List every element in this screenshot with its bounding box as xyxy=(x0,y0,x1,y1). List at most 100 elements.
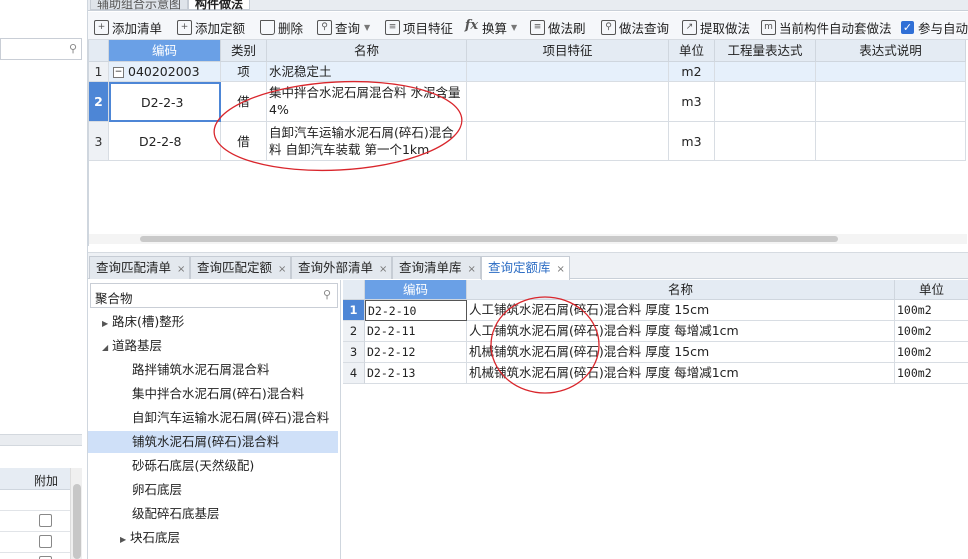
left-search-input[interactable]: ⚲ xyxy=(0,38,82,60)
chevron-down-icon[interactable]: ▼ xyxy=(364,23,370,32)
close-icon[interactable]: × xyxy=(379,264,387,275)
scroll-thumb[interactable] xyxy=(140,236,838,242)
tab-list-library[interactable]: 查询清单库 × xyxy=(392,256,481,279)
close-icon[interactable]: × xyxy=(468,264,476,275)
tree-item[interactable]: ◢ 道路基层 xyxy=(88,335,338,357)
row-number[interactable]: 3 xyxy=(89,122,109,161)
query-button[interactable]: ⚲ 查询 ▼ xyxy=(317,18,370,36)
unit-cell[interactable]: m2 xyxy=(669,62,715,82)
tree-item[interactable]: ▶ 块石底层 xyxy=(88,527,338,549)
code-cell[interactable]: D2-2-13 xyxy=(365,363,467,384)
type-cell[interactable]: 项 xyxy=(221,62,267,82)
left-splitter[interactable] xyxy=(0,434,82,446)
code-cell[interactable]: D2-2-3 xyxy=(109,82,221,122)
method-brush-button[interactable]: ≡ 做法刷 xyxy=(530,18,586,36)
row-number[interactable]: 3 xyxy=(343,342,365,363)
code-cell[interactable]: D2-2-11 xyxy=(365,321,467,342)
close-icon[interactable]: × xyxy=(177,264,185,275)
collapse-icon[interactable]: − xyxy=(113,67,124,78)
search-icon[interactable]: ⚲ xyxy=(69,42,77,55)
chevron-down-icon[interactable]: ▼ xyxy=(511,23,517,32)
feature-cell[interactable] xyxy=(467,122,669,161)
name-cell[interactable]: 集中拌合水泥石屑混合料 水泥含量4% xyxy=(267,82,467,122)
tab-external-list[interactable]: 查询外部清单 × xyxy=(291,256,393,279)
unit-cell[interactable]: m3 xyxy=(669,122,715,161)
delete-button[interactable]: 删除 xyxy=(260,18,303,36)
code-cell[interactable]: D2-2-10 xyxy=(365,300,467,321)
code-cell[interactable]: D2-2-12 xyxy=(365,342,467,363)
code-cell[interactable]: D2-2-8 xyxy=(109,122,221,161)
tab-component-method[interactable]: 构件做法 xyxy=(188,0,251,10)
chevron-right-icon[interactable]: ▶ xyxy=(120,529,130,551)
extra-checkbox[interactable] xyxy=(39,535,52,548)
unit-cell[interactable]: 100m2 xyxy=(895,321,968,342)
type-cell[interactable]: 借 xyxy=(221,82,267,122)
tab-assist-diagram[interactable]: 辅助组合示意图 xyxy=(90,0,189,10)
unit-cell[interactable]: 100m2 xyxy=(895,342,968,363)
col-header-feature[interactable]: 项目特征 xyxy=(467,40,669,62)
tree-item[interactable]: 级配碎石底基层 xyxy=(88,503,338,525)
tab-match-quota[interactable]: 查询匹配定额 × xyxy=(190,256,292,279)
col-header-unit[interactable]: 单位 xyxy=(669,40,715,62)
tab-label: 查询匹配清单 xyxy=(96,260,172,275)
col-header-expr[interactable]: 工程量表达式 xyxy=(715,40,816,62)
col-header-code[interactable]: 编码 xyxy=(365,280,467,300)
name-cell[interactable]: 人工铺筑水泥石屑(碎石)混合料 厚度 每增减1cm xyxy=(467,321,895,342)
tab-match-list[interactable]: 查询匹配清单 × xyxy=(89,256,191,279)
extra-checkbox[interactable] xyxy=(39,514,52,527)
add-list-button[interactable]: + 添加清单 xyxy=(94,18,162,36)
row-number[interactable]: 1 xyxy=(343,300,365,321)
method-query-button[interactable]: ⚲ 做法查询 xyxy=(601,18,669,36)
tab-quota-library[interactable]: 查询定额库 × xyxy=(481,256,570,281)
code-cell[interactable]: −040202003 xyxy=(109,62,221,82)
tree-item[interactable]: 自卸汽车运输水泥石屑(碎石)混合料 xyxy=(88,407,338,429)
convert-button[interactable]: fx 换算 ▼ xyxy=(464,18,517,36)
col-header-desc[interactable]: 表达式说明 xyxy=(816,40,966,62)
tree-item[interactable]: 集中拌合水泥石屑(碎石)混合料 xyxy=(88,383,338,405)
unit-cell[interactable]: m3 xyxy=(669,82,715,122)
auto-apply-button[interactable]: m 当前构件自动套做法 xyxy=(761,18,892,36)
name-cell[interactable]: 水泥稳定土 xyxy=(267,62,467,82)
row-number[interactable]: 2 xyxy=(343,321,365,342)
close-icon[interactable]: × xyxy=(278,264,286,275)
name-cell[interactable]: 机械铺筑水泥石屑(碎石)混合料 厚度 15cm xyxy=(467,342,895,363)
chevron-right-icon[interactable]: ▶ xyxy=(102,313,112,335)
unit-cell[interactable]: 100m2 xyxy=(895,300,968,321)
name-cell[interactable]: 机械铺筑水泥石屑(碎石)混合料 厚度 每增减1cm xyxy=(467,363,895,384)
expr-cell[interactable] xyxy=(715,82,816,122)
left-vscrollbar[interactable] xyxy=(70,468,82,559)
close-icon[interactable]: × xyxy=(557,264,565,275)
desc-cell[interactable] xyxy=(816,62,966,82)
item-feature-button[interactable]: ≡ 项目特征 xyxy=(385,18,453,36)
search-icon[interactable]: ⚲ xyxy=(323,288,331,301)
add-quota-button[interactable]: + 添加定额 xyxy=(177,18,245,36)
tree-item[interactable]: 砂砾石底层(天然级配) xyxy=(88,455,338,477)
expr-cell[interactable] xyxy=(715,122,816,161)
tree-item-selected[interactable]: 铺筑水泥石屑(碎石)混合料 xyxy=(88,431,338,453)
expr-cell[interactable] xyxy=(715,62,816,82)
feature-cell[interactable] xyxy=(467,62,669,82)
chevron-down-icon[interactable]: ◢ xyxy=(102,337,112,359)
scroll-thumb[interactable] xyxy=(73,484,81,559)
tree-item[interactable]: 路拌铺筑水泥石屑混合料 xyxy=(88,359,338,381)
tree-search-input[interactable]: 聚合物 ⚲ xyxy=(90,283,338,308)
type-cell[interactable]: 借 xyxy=(221,122,267,161)
name-cell[interactable]: 人工铺筑水泥石屑(碎石)混合料 厚度 15cm xyxy=(467,300,895,321)
tree-item[interactable]: 卵石底层 xyxy=(88,479,338,501)
col-header-name[interactable]: 名称 xyxy=(267,40,467,62)
row-number[interactable]: 4 xyxy=(343,363,365,384)
col-header-name[interactable]: 名称 xyxy=(467,280,895,300)
col-header-unit[interactable]: 单位 xyxy=(895,280,968,300)
feature-cell[interactable] xyxy=(467,82,669,122)
row-number[interactable]: 1 xyxy=(89,62,109,82)
row-number[interactable]: 2 xyxy=(89,82,109,122)
col-header-code[interactable]: 编码 xyxy=(109,40,221,62)
participate-auto-checkbox[interactable]: ✓ 参与自动套 xyxy=(901,18,968,36)
col-header-type[interactable]: 类别 xyxy=(221,40,267,62)
desc-cell[interactable] xyxy=(816,122,966,161)
desc-cell[interactable] xyxy=(816,82,966,122)
unit-cell[interactable]: 100m2 xyxy=(895,363,968,384)
name-cell[interactable]: 自卸汽车运输水泥石屑(碎石)混合料 自卸汽车装载 第一个1km xyxy=(267,122,467,161)
extract-method-button[interactable]: ↗ 提取做法 xyxy=(682,18,750,36)
tree-item[interactable]: ▶ 路床(槽)整形 xyxy=(88,311,338,333)
